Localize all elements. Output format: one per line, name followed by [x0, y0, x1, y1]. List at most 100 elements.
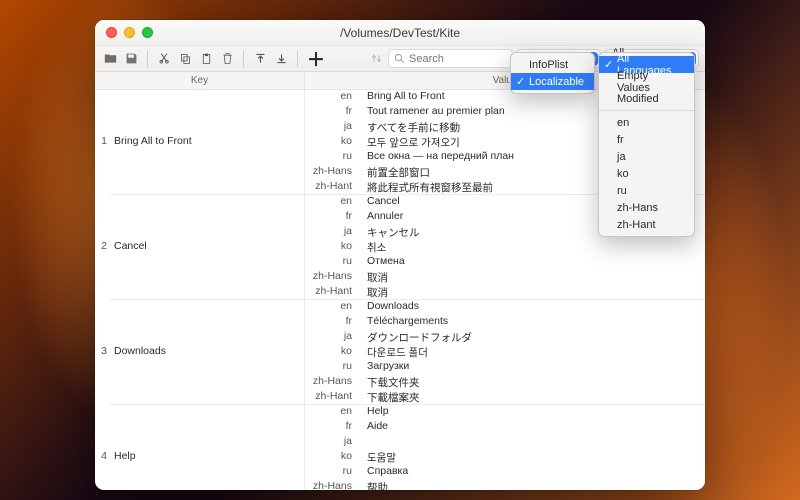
row-value[interactable]: 取消 — [360, 285, 705, 300]
row-key — [110, 90, 305, 105]
row-key — [110, 180, 305, 195]
menu-item[interactable]: ja — [599, 148, 694, 165]
row-value[interactable]: 取消 — [360, 270, 705, 285]
row-lang: ru — [305, 255, 360, 270]
row-key: Help — [110, 450, 305, 465]
row-index — [95, 90, 110, 105]
row-value[interactable]: 下載檔案夾 — [360, 390, 705, 405]
table-row[interactable]: 3Downloadsko다운로드 폴더 — [95, 345, 705, 360]
menu-item[interactable]: zh-Hans — [599, 199, 694, 216]
close-window-button[interactable] — [106, 27, 117, 38]
row-key — [110, 360, 305, 375]
table-row[interactable]: 2Cancelko취소 — [95, 240, 705, 255]
zoom-window-button[interactable] — [142, 27, 153, 38]
row-value[interactable]: Загрузки — [360, 360, 705, 375]
row-value[interactable]: Downloads — [360, 300, 705, 315]
menu-item[interactable]: ✓Localizable — [511, 73, 594, 90]
row-value[interactable]: ダウンロードフォルダ — [360, 330, 705, 345]
row-value[interactable] — [360, 435, 705, 450]
row-index — [95, 435, 110, 450]
move-bottom-button[interactable] — [272, 50, 290, 68]
table-row[interactable]: enDownloads — [95, 300, 705, 315]
row-value[interactable]: Отмена — [360, 255, 705, 270]
table-row[interactable]: ruЗагрузки — [95, 360, 705, 375]
add-button[interactable]: ＋ — [305, 46, 327, 72]
row-key — [110, 435, 305, 450]
menu-item[interactable]: en — [599, 114, 694, 131]
row-key — [110, 120, 305, 135]
separator — [243, 51, 244, 67]
menu-item[interactable]: ru — [599, 182, 694, 199]
column-header-key[interactable]: Key — [95, 72, 305, 89]
row-index — [95, 390, 110, 405]
row-key — [110, 465, 305, 480]
search-input[interactable] — [409, 53, 499, 65]
row-key — [110, 405, 305, 420]
minimize-window-button[interactable] — [124, 27, 135, 38]
row-index — [95, 330, 110, 345]
menu-separator — [599, 110, 694, 111]
row-value[interactable]: 도움말 — [360, 450, 705, 465]
row-value[interactable]: Téléchargements — [360, 315, 705, 330]
row-lang: fr — [305, 315, 360, 330]
row-lang: zh-Hans — [305, 165, 360, 180]
menu-item[interactable]: InfoPlist — [511, 56, 594, 73]
search-field[interactable] — [388, 49, 513, 68]
table-row[interactable]: 4Helpko도움말 — [95, 450, 705, 465]
menu-item[interactable]: Empty Values — [599, 73, 694, 90]
row-lang: ru — [305, 150, 360, 165]
row-value[interactable]: Help — [360, 405, 705, 420]
table-row[interactable]: zh-Hans下载文件夹 — [95, 375, 705, 390]
paste-button[interactable] — [197, 50, 215, 68]
row-index — [95, 255, 110, 270]
save-button[interactable] — [122, 50, 140, 68]
sort-button[interactable] — [367, 50, 385, 68]
table-row[interactable]: zh-Hans帮助 — [95, 480, 705, 490]
table-row[interactable]: frTéléchargements — [95, 315, 705, 330]
delete-button[interactable] — [218, 50, 236, 68]
row-key — [110, 165, 305, 180]
table-row[interactable]: ruСправка — [95, 465, 705, 480]
table-row[interactable]: zh-Hant取消 — [95, 285, 705, 300]
menu-item[interactable]: Modified — [599, 90, 694, 107]
menu-item[interactable]: fr — [599, 131, 694, 148]
row-index — [95, 405, 110, 420]
row-lang: ru — [305, 360, 360, 375]
row-index — [95, 165, 110, 180]
check-icon: ✓ — [516, 75, 525, 88]
row-value[interactable]: Aide — [360, 420, 705, 435]
row-lang: zh-Hant — [305, 390, 360, 405]
table-row[interactable]: enHelp — [95, 405, 705, 420]
row-lang: ru — [305, 465, 360, 480]
table-row[interactable]: zh-Hant下載檔案夾 — [95, 390, 705, 405]
table-row[interactable]: jaダウンロードフォルダ — [95, 330, 705, 345]
row-index — [95, 270, 110, 285]
row-key — [110, 255, 305, 270]
row-value[interactable]: 下载文件夹 — [360, 375, 705, 390]
row-key — [110, 315, 305, 330]
row-value[interactable]: 帮助 — [360, 480, 705, 490]
table-row[interactable]: frAide — [95, 420, 705, 435]
row-value[interactable]: 다운로드 폴더 — [360, 345, 705, 360]
row-lang: zh-Hans — [305, 480, 360, 490]
row-value[interactable]: 취소 — [360, 240, 705, 255]
row-lang: ko — [305, 450, 360, 465]
table-row[interactable]: zh-Hans取消 — [95, 270, 705, 285]
cut-button[interactable] — [155, 50, 173, 68]
row-value[interactable]: Справка — [360, 465, 705, 480]
row-lang: ja — [305, 435, 360, 450]
table-row[interactable]: ruОтмена — [95, 255, 705, 270]
row-index — [95, 480, 110, 490]
move-top-button[interactable] — [251, 50, 269, 68]
open-folder-button[interactable] — [101, 50, 119, 68]
row-key: Cancel — [110, 240, 305, 255]
table-row[interactable]: ja — [95, 435, 705, 450]
row-lang: ja — [305, 330, 360, 345]
row-index — [95, 105, 110, 120]
menu-item[interactable]: zh-Hant — [599, 216, 694, 233]
copy-button[interactable] — [176, 50, 194, 68]
row-lang: fr — [305, 210, 360, 225]
row-index — [95, 315, 110, 330]
row-lang: en — [305, 195, 360, 210]
menu-item[interactable]: ko — [599, 165, 694, 182]
